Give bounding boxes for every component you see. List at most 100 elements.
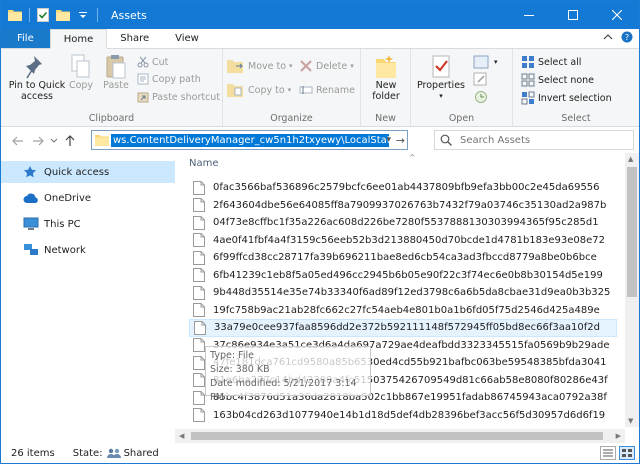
move-to-label: Move to [248,60,287,72]
forward-arrow-icon[interactable] [29,132,47,150]
file-row[interactable]: 0fac3566baf536896c2579bcfc6ee01ab4437809… [189,179,617,197]
paste-shortcut-icon [137,92,149,103]
move-to-button[interactable]: Move to ▾ [227,58,293,74]
new-folder-big-icon [376,55,396,78]
invert-selection-button[interactable]: Invert selection [521,90,612,106]
file-row[interactable]: 19fc758b9ac21ab28fc662c27fc54aeb4e801b0a… [189,302,617,320]
vertical-scrollbar[interactable]: ▲ ▼ [625,153,639,427]
qat-dropdown-icon[interactable] [75,7,91,23]
up-arrow-icon[interactable] [61,132,79,150]
vertical-scroll-thumb[interactable] [627,167,637,297]
scroll-up-icon[interactable]: ▲ [628,155,633,163]
address-path[interactable]: ws.ContentDeliveryManager_cw5n1h2txyewy\… [111,133,389,147]
address-dropdown-icon[interactable]: ▾ [386,135,391,145]
file-row[interactable]: 2f643604dbe56e64085ff8a7909937026763b743… [189,197,617,215]
rename-button[interactable]: Rename [299,82,355,98]
open-button[interactable]: ▾ [473,54,498,70]
file-row[interactable]: 6f99ffcd38cc28717fa39b696211bae8ed6cb54c… [189,249,617,267]
recent-locations-icon[interactable] [49,132,59,150]
scroll-right-icon[interactable]: ▶ [616,432,621,440]
tab-file[interactable]: File [1,29,50,48]
select-none-label: Select none [538,74,595,86]
cut-button[interactable]: Cut [137,54,168,70]
nav-label-quick-access: Quick access [44,166,110,178]
refresh-icon[interactable]: → [396,134,405,147]
move-to-icon [227,60,243,73]
file-name: 2f643604dbe56e64085ff8a7909937026763b743… [213,199,607,211]
search-input[interactable] [460,134,630,146]
file-row[interactable]: 04f73e8cffbc1f35a226ac608d226be7280f5537… [189,214,617,232]
search-box[interactable] [434,130,634,150]
file-tooltip: Type: File Size: 380 KB Date modified: 5… [205,346,371,403]
select-all-button[interactable]: Select all [521,54,581,70]
new-folder-button[interactable]: New folder [365,54,407,102]
tooltip-size: Size: 380 KB [210,364,270,375]
window-title: Assets [111,8,147,22]
paste-shortcut-button[interactable]: Paste shortcut [137,89,220,105]
status-bar: 26 items State: Shared [1,443,639,463]
svg-text:?: ? [625,33,629,42]
help-icon[interactable]: ? [621,31,633,46]
folder-icon[interactable] [7,7,23,23]
nav-item-this-pc[interactable]: This PC [1,213,175,235]
history-icon [475,91,487,103]
scroll-down-icon[interactable]: ▼ [628,417,633,425]
paste-button[interactable]: Paste [101,54,131,91]
delete-button[interactable]: Delete ▾ [299,58,354,74]
nav-item-quick-access[interactable]: Quick access [1,161,175,183]
clipboard-group: Pin to Quick access Copy Paste Cut Copy … [1,49,223,127]
copy-button[interactable]: Copy [67,54,95,91]
minimize-icon[interactable] [507,1,551,29]
file-icon [193,215,207,230]
pin-label-2: access [20,91,53,102]
nav-item-network[interactable]: Network [1,239,175,261]
pin-label-1: Pin to Quick [8,80,66,91]
search-icon [440,132,456,148]
file-icon [193,180,207,195]
copy-to-button[interactable]: Copy to ▾ [227,82,291,98]
computer-icon [23,217,39,231]
new-folder-icon[interactable] [55,7,71,23]
maximize-icon[interactable] [551,1,595,29]
history-button[interactable] [473,89,492,105]
horizontal-scrollbar[interactable]: ◀ ▶ [175,429,625,443]
large-icons-view-icon[interactable] [619,446,635,460]
file-row[interactable]: 4ae0f41fbf4a4f3159c56eeb52b3d213880450d7… [189,232,617,250]
file-row[interactable]: 163b04cd263d1077940e14b1d18d5def4db28396… [189,407,617,425]
copy-to-dropdown-icon: ▾ [287,86,292,94]
properties-check-icon[interactable] [35,7,51,23]
cloud-icon [23,191,39,205]
column-header-name[interactable]: Name [189,158,219,169]
file-icon [193,198,207,213]
details-view-icon[interactable] [600,446,616,460]
file-row[interactable]: 9b448d35514e35e74b33340f6ad89f12ed3798c6… [189,284,617,302]
tab-share[interactable]: Share [107,29,162,48]
nav-label-this-pc: This PC [44,218,81,230]
close-icon[interactable] [595,1,639,29]
horizontal-scroll-thumb[interactable] [191,432,603,440]
nav-item-onedrive[interactable]: OneDrive [1,187,175,209]
navigation-pane: Quick access OneDrive This PC Network [1,153,175,443]
qat-separator [29,8,30,22]
scroll-left-icon[interactable]: ◀ [179,432,184,440]
tab-view[interactable]: View [162,29,212,48]
file-row[interactable]: 6fb41239c1eb8f5a05ed496cc2945b6b05e90f22… [189,267,617,285]
pin-quick-access-button[interactable]: Pin to Quick access [5,54,69,102]
copy-path-button[interactable]: Copy path [137,71,201,87]
delete-label: Delete [316,60,348,72]
address-bar[interactable]: ws.ContentDeliveryManager_cw5n1h2txyewy\… [91,130,408,150]
file-icon [193,268,207,283]
properties-button[interactable]: Properties ▾ [413,54,469,102]
file-row[interactable]: 33a79e0cee937faa8596dd2e372b592111148f57… [189,319,617,337]
copy-path-label: Copy path [152,73,201,85]
tooltip-date: Date modified: 5/21/2017 3:14 PM [210,378,357,403]
copy-to-label: Copy to [248,84,285,96]
edit-button[interactable] [473,71,492,87]
select-none-button[interactable]: Select none [521,72,594,88]
chevron-up-icon[interactable] [603,33,613,44]
back-arrow-icon[interactable] [9,132,27,150]
file-icon [194,320,208,335]
tab-home[interactable]: Home [49,29,108,49]
clipboard-group-label: Clipboard [88,113,135,124]
file-name: 04f73e8cffbc1f35a226ac608d226be7280f5537… [213,217,599,229]
